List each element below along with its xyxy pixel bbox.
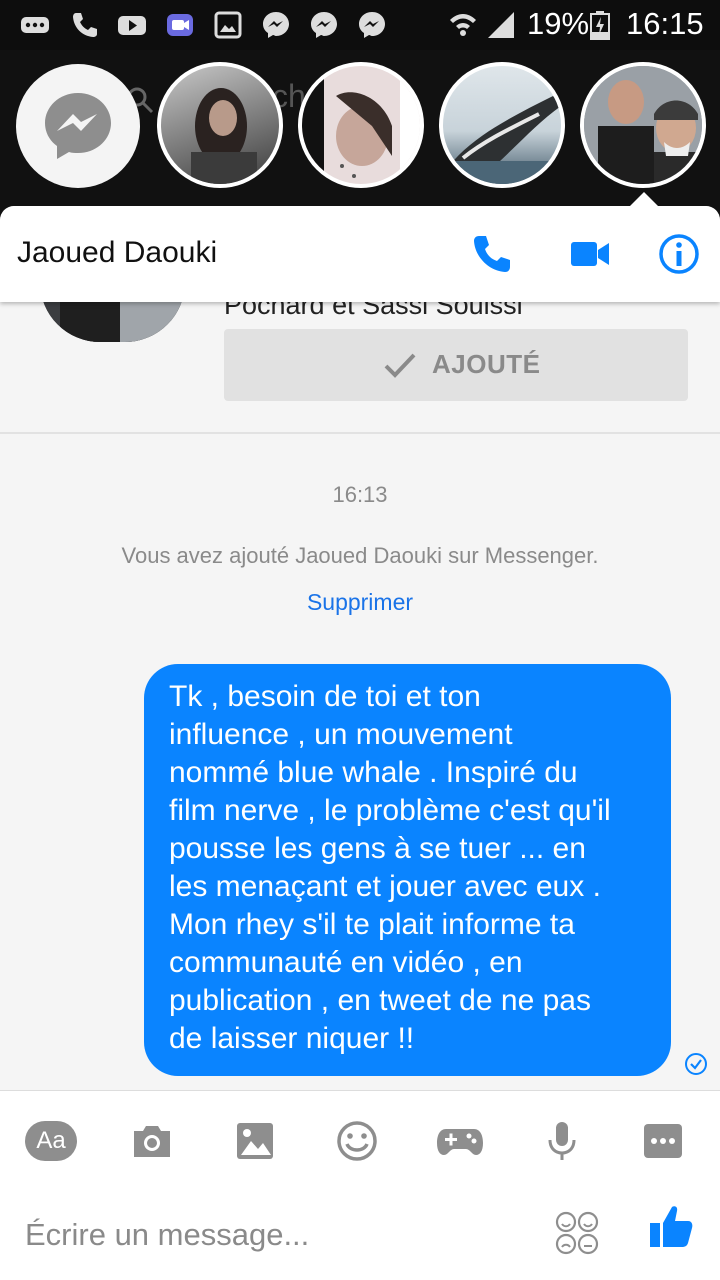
youtube-icon <box>118 16 146 35</box>
messenger-notification-icon <box>263 12 289 38</box>
gallery-picker-icon[interactable] <box>233 1119 277 1163</box>
message-input[interactable]: Écrire un message... <box>25 1217 309 1253</box>
status-bar: 19% 16:15 <box>0 0 720 50</box>
video-app-icon <box>167 14 193 36</box>
messenger-home-button[interactable] <box>16 64 140 188</box>
messenger-notification-icon-2 <box>311 12 337 38</box>
added-label: AJOUTÉ <box>432 349 541 379</box>
signal-icon <box>488 12 514 38</box>
messenger-notification-icon-3 <box>359 12 385 38</box>
like-thumbs-up-icon[interactable] <box>648 1203 694 1249</box>
wifi-icon <box>450 14 476 36</box>
battery-charging-icon <box>590 11 610 40</box>
message-timestamp: 16:13 <box>332 482 388 507</box>
delivered-check-icon <box>685 1053 707 1075</box>
microphone-icon[interactable] <box>540 1119 584 1163</box>
status-time: 16:15 <box>626 6 704 41</box>
video-call-icon[interactable] <box>568 232 612 276</box>
contact-name[interactable]: Jaoued Daouki <box>17 236 217 270</box>
battery-percentage: 19% <box>527 6 590 41</box>
games-icon[interactable] <box>436 1119 484 1163</box>
outgoing-message-bubble[interactable]: Tk , besoin de toi et ton influence , un… <box>144 664 671 1076</box>
text-style-button[interactable]: Aa <box>25 1121 77 1161</box>
emoji-stickers-icon[interactable] <box>555 1211 599 1255</box>
chat-head-active-contact[interactable] <box>580 62 706 188</box>
emoji-icon[interactable] <box>335 1119 379 1163</box>
info-icon[interactable] <box>657 232 701 276</box>
gallery-icon <box>214 11 242 39</box>
more-notifications-icon <box>21 17 49 33</box>
camera-icon[interactable] <box>130 1119 174 1163</box>
voice-call-icon[interactable] <box>470 232 514 276</box>
added-button[interactable]: AJOUTÉ <box>224 329 688 401</box>
chat-head-2[interactable] <box>298 62 424 188</box>
system-message: Vous avez ajouté Jaoued Daouki sur Messe… <box>121 543 599 568</box>
remove-link[interactable]: Supprimer <box>0 589 720 616</box>
chat-head-1[interactable] <box>157 62 283 188</box>
phone-call-icon <box>73 13 97 37</box>
message-composer: Aa Écrire un message... <box>0 1090 720 1280</box>
chat-head-3[interactable] <box>439 62 565 188</box>
more-options-icon[interactable] <box>641 1119 685 1163</box>
messenger-logo-icon <box>45 93 111 159</box>
conversation-header: Jaoued Daouki <box>0 206 720 302</box>
checkmark-icon <box>384 353 416 378</box>
conversation-panel: Jaoued Daouki Pochard et Sassi Souissi A… <box>0 206 720 1280</box>
